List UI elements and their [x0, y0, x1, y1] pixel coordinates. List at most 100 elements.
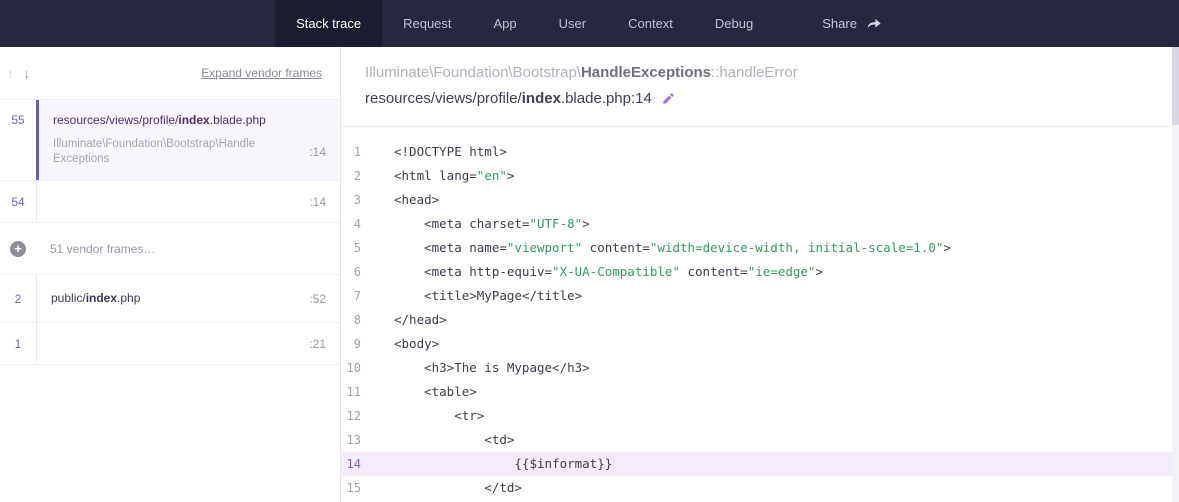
frame-details: public/index.php :52 [36, 275, 340, 322]
vertical-scrollbar[interactable] [1172, 47, 1179, 502]
stack-frame-54[interactable]: 54 :14 [0, 181, 340, 223]
frame-number: 1 [0, 323, 36, 364]
line-source: <meta http-equiv="X-UA-Compatible" conte… [361, 260, 823, 284]
frame-down-arrow-icon[interactable]: ↓ [21, 64, 34, 83]
frame-header: Illuminate\Foundation\Bootstrap\HandleEx… [341, 47, 1179, 126]
code-panel: Illuminate\Foundation\Bootstrap\HandleEx… [341, 47, 1179, 502]
code-line: 1<!DOCTYPE html> [341, 140, 1179, 164]
file-heading-text: resources/views/profile/index.blade.php:… [365, 90, 652, 108]
code-line: 6 <meta http-equiv="X-UA-Compatible" con… [341, 260, 1179, 284]
content-area: ↑ ↓ Expand vendor frames 55 resources/vi… [0, 47, 1179, 502]
stack-frame-1[interactable]: 1 :21 [0, 323, 340, 365]
frame-up-arrow-icon[interactable]: ↑ [4, 64, 17, 83]
file-path-suffix: .php [117, 291, 140, 305]
frame-class-name: Illuminate\Foundation\Bootstrap\HandleEx… [53, 137, 259, 167]
tab-request[interactable]: Request [382, 0, 472, 47]
scrollbar-thumb[interactable] [1172, 47, 1179, 125]
ignition-error-page: Stack trace Request App User Context Deb… [0, 0, 1179, 502]
code-lines: 1<!DOCTYPE html>2<html lang="en">3<head>… [341, 140, 1179, 500]
line-source: <tr> [361, 404, 484, 428]
line-number: 6 [341, 260, 361, 284]
frame-number: 55 [0, 100, 36, 180]
stack-frames-sidebar: ↑ ↓ Expand vendor frames 55 resources/vi… [0, 47, 341, 502]
line-source: <head> [361, 188, 439, 212]
line-source: <body> [361, 332, 439, 356]
code-line: 11 <table> [341, 380, 1179, 404]
line-number: 13 [341, 428, 361, 452]
code-line: 15 </td> [341, 476, 1179, 500]
file-path-suffix: .blade.php [210, 113, 266, 127]
code-viewer: 1<!DOCTYPE html>2<html lang="en">3<head>… [341, 126, 1179, 500]
file-heading-suffix: .blade.php:14 [561, 90, 652, 107]
expand-plus-icon[interactable]: + [10, 241, 26, 257]
line-source: <table> [361, 380, 477, 404]
line-source: <!DOCTYPE html> [361, 140, 507, 164]
frame-navigation: ↑ ↓ [4, 64, 33, 83]
file-heading-name: index [522, 90, 561, 107]
frame-file-heading: resources/views/profile/index.blade.php:… [365, 90, 1155, 108]
vendor-frames-toggle[interactable]: + 51 vendor frames… [0, 223, 340, 275]
sidebar-empty-space [0, 365, 340, 502]
frame-line-number: :21 [309, 337, 326, 351]
frame-file-path: public/index.php [51, 291, 300, 306]
stack-frame-55[interactable]: 55 resources/views/profile/index.blade.p… [0, 100, 340, 181]
file-path-name: index [178, 113, 209, 127]
line-number: 9 [341, 332, 361, 356]
line-source: </td> [361, 476, 522, 500]
line-source: {{$informat}} [361, 452, 612, 476]
method-namespace: Illuminate\Foundation\Bootstrap\ [365, 64, 581, 81]
code-line: 12 <tr> [341, 404, 1179, 428]
line-number: 12 [341, 404, 361, 428]
code-line: 10 <h3>The is Mypage</h3> [341, 356, 1179, 380]
share-button-label: Share [822, 16, 857, 31]
code-line: 9<body> [341, 332, 1179, 356]
line-number: 1 [341, 140, 361, 164]
tab-user[interactable]: User [538, 0, 607, 47]
vendor-frames-label: 51 vendor frames… [36, 242, 155, 256]
frame-details: :21 [36, 323, 340, 364]
frame-number: 2 [0, 275, 36, 322]
frame-details: :14 [36, 181, 340, 222]
line-number: 15 [341, 476, 361, 500]
tab-stack-trace[interactable]: Stack trace [275, 0, 382, 47]
method-class: HandleExceptions [581, 64, 711, 81]
frame-line-number: :14 [309, 145, 326, 159]
file-heading-prefix: resources/views/profile/ [365, 90, 522, 107]
tab-debug[interactable]: Debug [694, 0, 774, 47]
line-source: <html lang="en"> [361, 164, 514, 188]
code-line-highlighted: 14 {{$informat}} [341, 452, 1179, 476]
share-button[interactable]: Share [800, 0, 904, 47]
code-line: 3<head> [341, 188, 1179, 212]
frame-line-number: :52 [309, 292, 326, 306]
frame-number: 54 [0, 181, 36, 222]
frame-file-path: resources/views/profile/index.blade.php [53, 113, 326, 128]
method-name: ::handleError [711, 64, 798, 81]
line-source: <h3>The is Mypage</h3> [361, 356, 590, 380]
line-number: 5 [341, 236, 361, 260]
line-number: 10 [341, 356, 361, 380]
line-number: 4 [341, 212, 361, 236]
file-path-prefix: public/ [51, 291, 86, 305]
line-source: <meta name="viewport" content="width=dev… [361, 236, 951, 260]
code-line: 4 <meta charset="UTF-8"> [341, 212, 1179, 236]
tab-context[interactable]: Context [607, 0, 694, 47]
line-number: 2 [341, 164, 361, 188]
code-line: 8</head> [341, 308, 1179, 332]
frame-details: resources/views/profile/index.blade.php … [36, 100, 340, 180]
edit-in-editor-pencil-icon[interactable] [661, 92, 675, 106]
file-path-name: index [86, 291, 117, 305]
stack-frame-2[interactable]: 2 public/index.php :52 [0, 275, 340, 323]
line-number: 8 [341, 308, 361, 332]
code-line: 7 <title>MyPage</title> [341, 284, 1179, 308]
line-number: 14 [341, 452, 361, 476]
line-source: <title>MyPage</title> [361, 284, 582, 308]
tab-app[interactable]: App [473, 0, 538, 47]
top-nav-bar: Stack trace Request App User Context Deb… [0, 0, 1179, 47]
frame-line-number: :14 [309, 195, 326, 209]
file-path-prefix: resources/views/profile/ [53, 113, 178, 127]
frame-method-signature: Illuminate\Foundation\Bootstrap\HandleEx… [365, 64, 1155, 82]
expand-vendor-frames-link[interactable]: Expand vendor frames [201, 66, 322, 80]
line-source: <meta charset="UTF-8"> [361, 212, 590, 236]
frame-class-row: Illuminate\Foundation\Bootstrap\HandleEx… [53, 137, 326, 167]
code-line: 2<html lang="en"> [341, 164, 1179, 188]
